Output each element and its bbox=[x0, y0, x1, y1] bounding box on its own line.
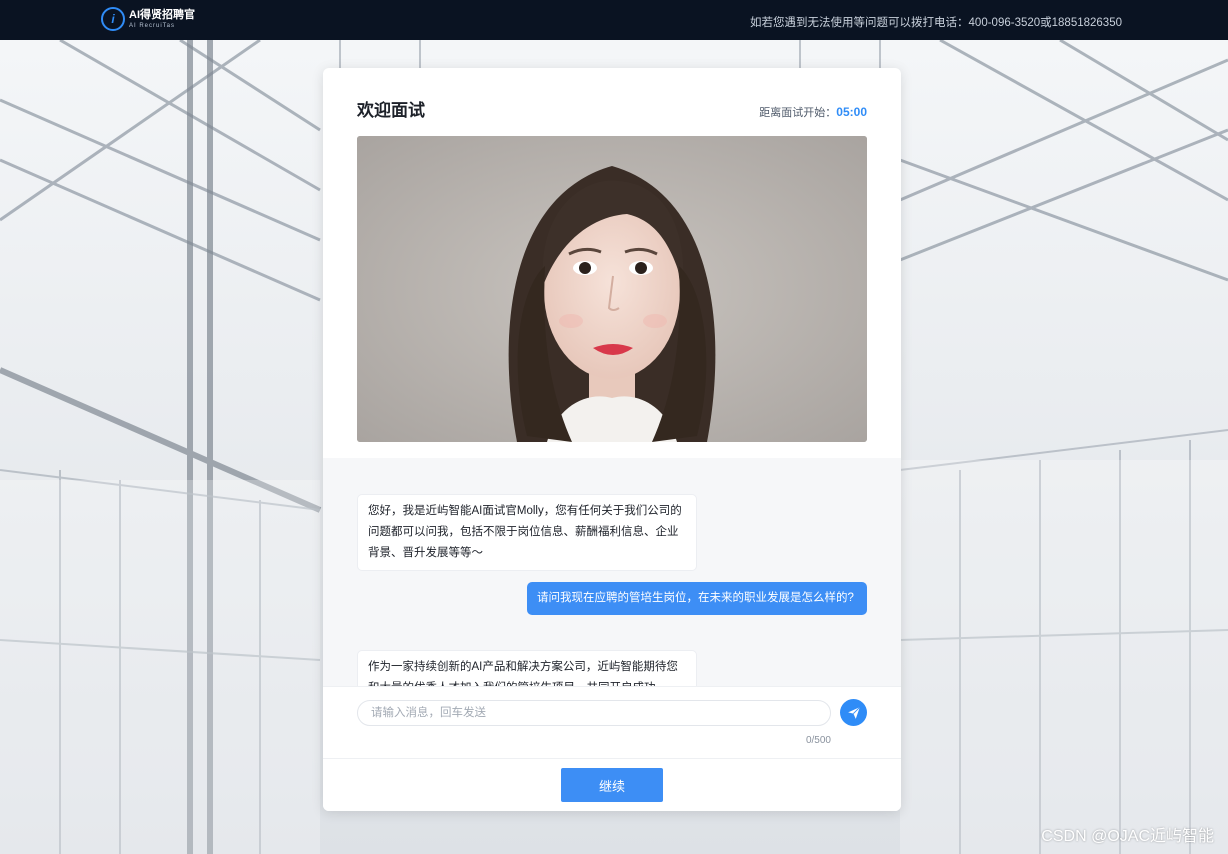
logo-subtitle: AI RecruiTas bbox=[129, 22, 176, 29]
interviewer-video bbox=[357, 136, 867, 442]
continue-button[interactable]: 继续 bbox=[561, 768, 663, 802]
message-composer: 0/500 bbox=[323, 686, 901, 758]
brand-logo[interactable]: i AI得贤招聘官 AI RecruiTas bbox=[101, 7, 195, 31]
ai-logo-icon: i bbox=[101, 7, 125, 31]
countdown-value: 05:00 bbox=[836, 105, 867, 119]
user-message: 请问我现在应聘的管培生岗位，在未来的职业发展是怎么样的? bbox=[527, 582, 867, 615]
card-footer: 继续 bbox=[323, 758, 901, 811]
interview-card: 欢迎面试 距离面试开始：05:00 您好，我是近屿智能AI面试官Molly，您有… bbox=[323, 68, 901, 811]
card-header: 欢迎面试 距离面试开始：05:00 bbox=[357, 96, 867, 120]
paper-plane-icon bbox=[847, 706, 860, 719]
bot-message: 作为一家持续创新的AI产品和解决方案公司，近屿智能期待您和大量的优秀人才加入我们… bbox=[357, 650, 697, 686]
send-button[interactable] bbox=[840, 699, 867, 726]
countdown-label: 距离面试开始： bbox=[759, 107, 837, 119]
countdown-timer: 距离面试开始：05:00 bbox=[759, 104, 867, 120]
bot-message: 您好，我是近屿智能AI面试官Molly，您有任何关于我们公司的问题都可以问我，包… bbox=[357, 494, 697, 571]
chat-panel[interactable]: 您好，我是近屿智能AI面试官Molly，您有任何关于我们公司的问题都可以问我，包… bbox=[323, 458, 901, 686]
top-navbar: i AI得贤招聘官 AI RecruiTas 如若您遇到无法使用等问题可以拨打电… bbox=[0, 0, 1228, 40]
page-title: 欢迎面试 bbox=[357, 101, 425, 120]
message-input[interactable] bbox=[357, 700, 831, 726]
watermark-text: CSDN @OJAC近屿智能 bbox=[1041, 828, 1214, 845]
support-hotline-text: 如若您遇到无法使用等问题可以拨打电话：400-096-3520或18851826… bbox=[750, 17, 1122, 29]
interviewer-avatar-portrait bbox=[357, 136, 867, 442]
character-counter: 0/500 bbox=[805, 735, 831, 746]
logo-title: AI得贤招聘官 bbox=[129, 8, 195, 21]
